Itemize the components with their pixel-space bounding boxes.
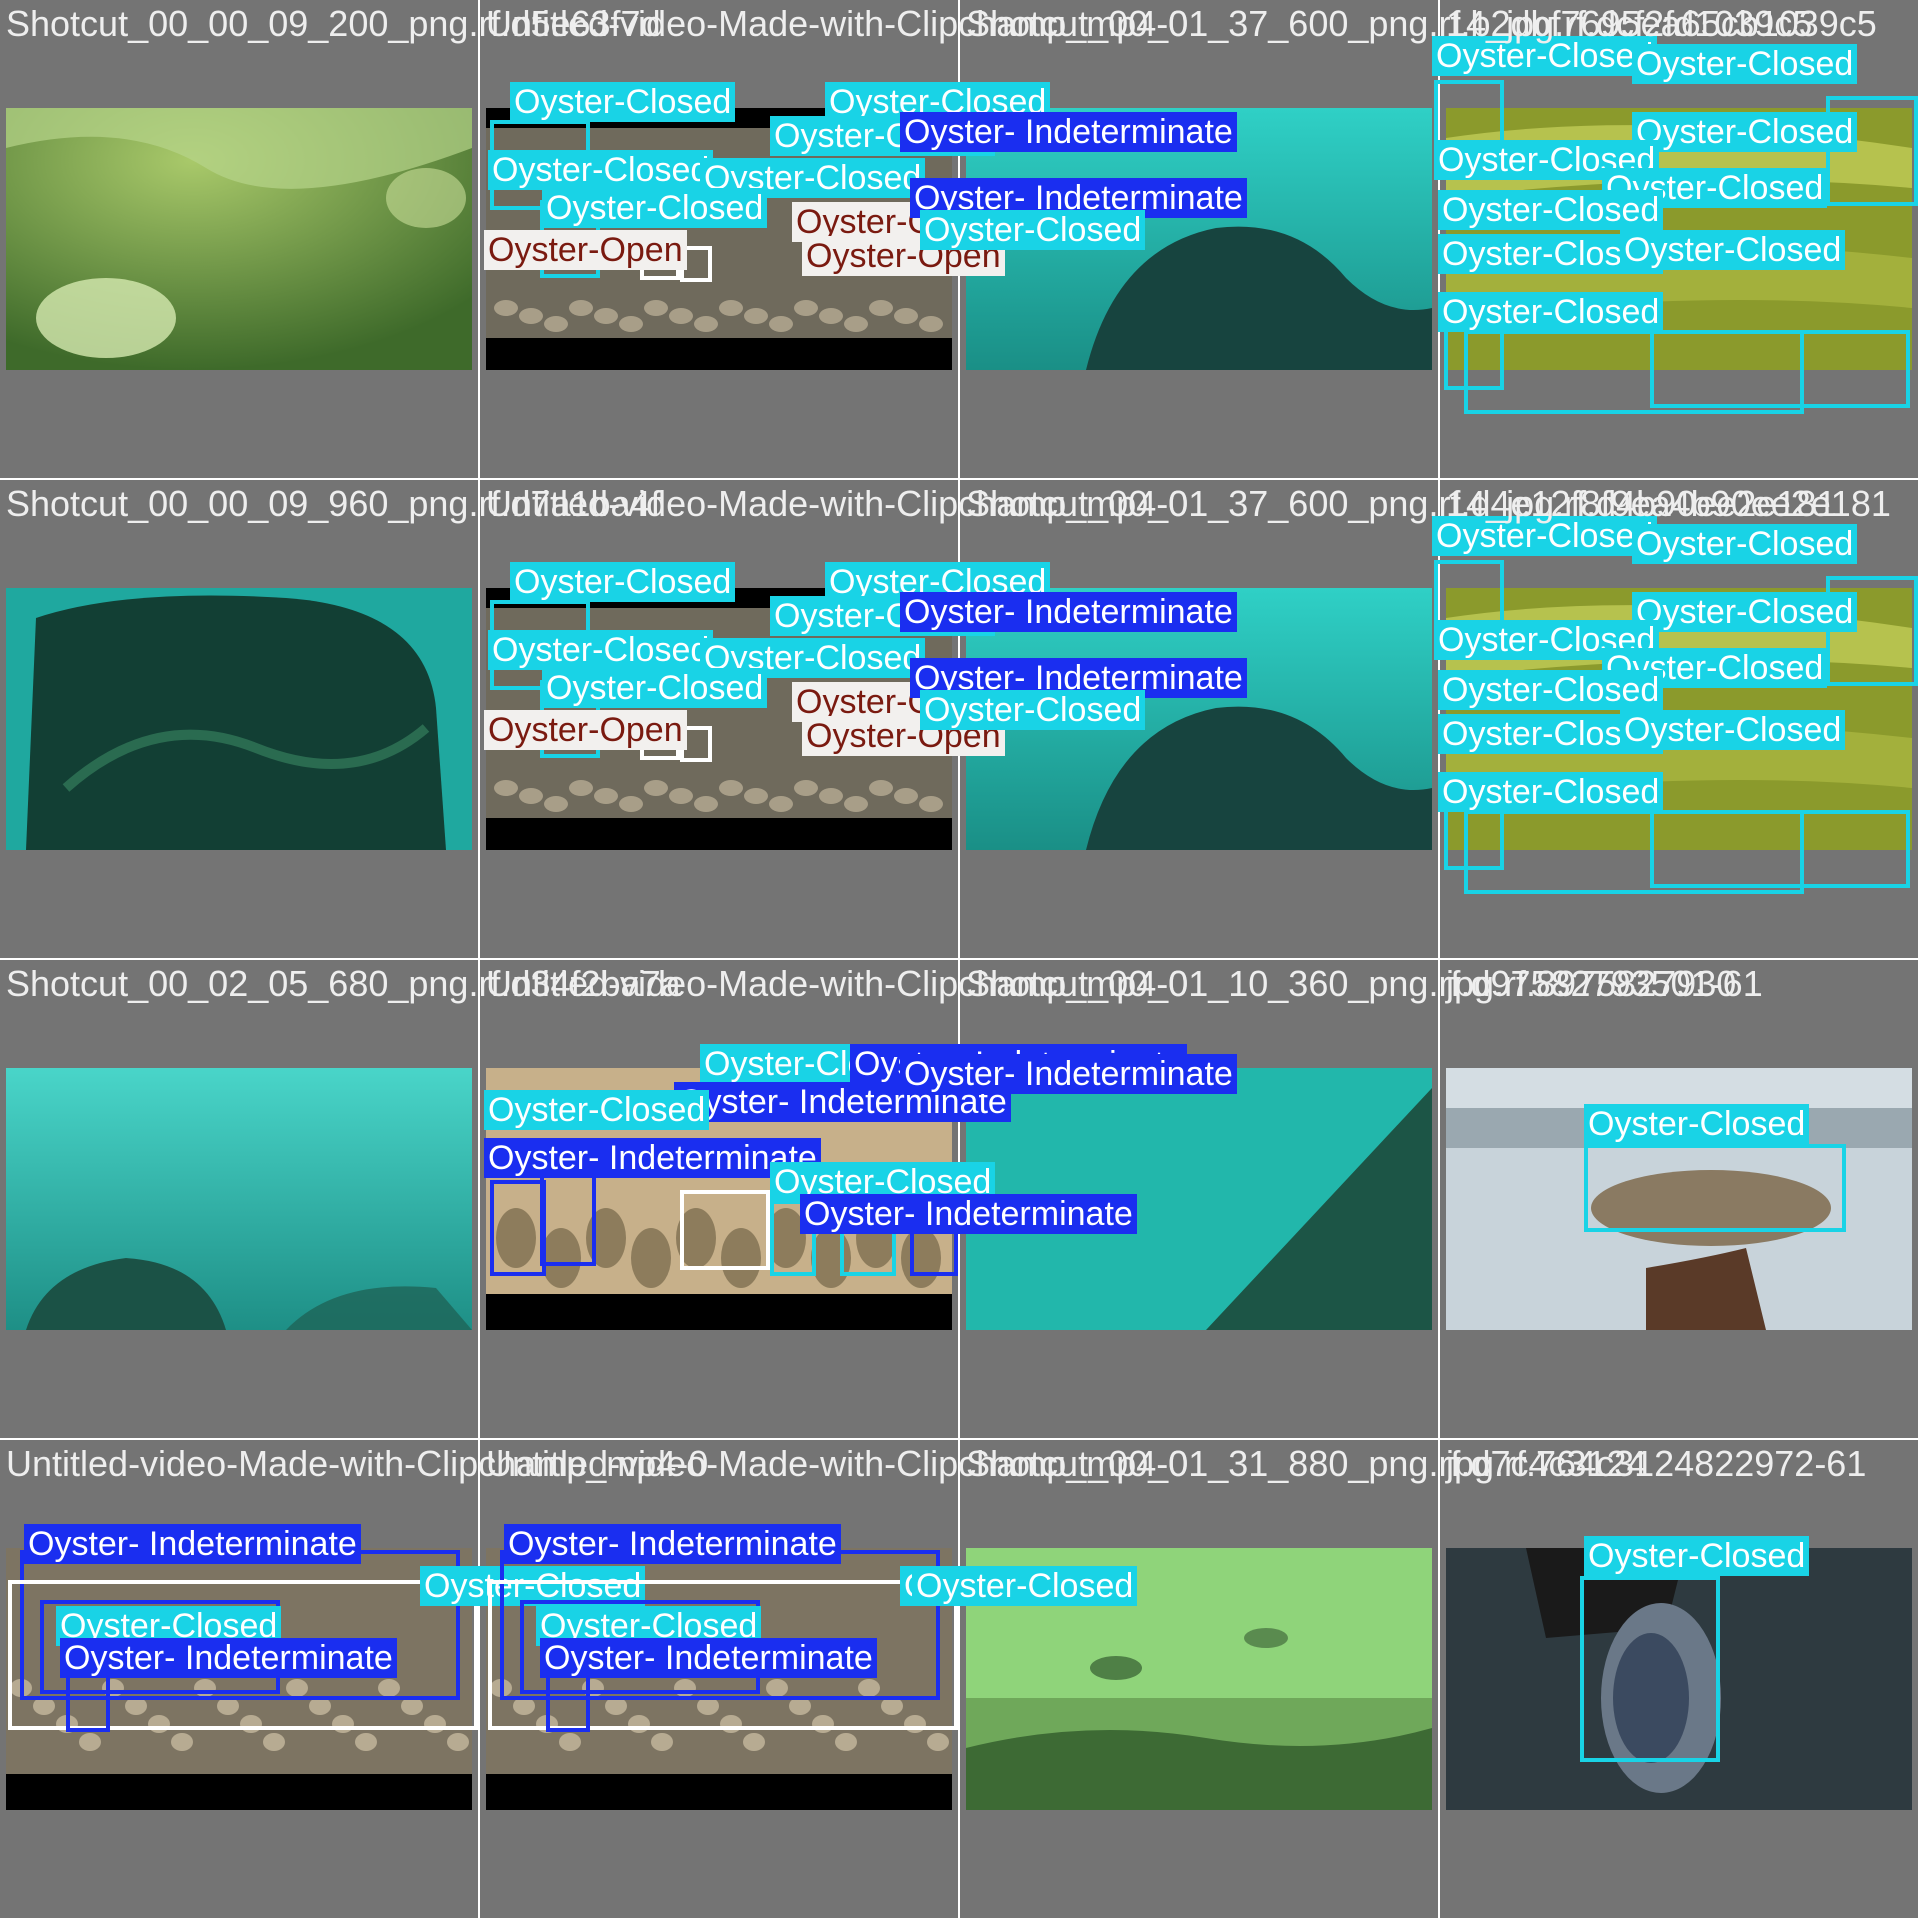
cell-image	[966, 588, 1432, 850]
cell-title: jpg.rf.764c3124822972-61	[1446, 1443, 1867, 1484]
cell-image	[966, 108, 1432, 370]
grid-cell: Oyster-Closed Oyster-Closed Oyster-Closed O…	[480, 480, 1188, 958]
cell-image	[966, 1548, 1432, 1810]
cell-image	[486, 1068, 952, 1330]
grid-cell: Shotcut_00_00_09_200_png.rf.d5e63f7d	[0, 0, 661, 478]
grid-cell: Shotcut_00_02_05_680_png.rf.d34f2ba7a	[0, 960, 681, 1438]
grid-cell: Oyster-Closed Oyster-Closed Oyster-Closed O…	[1432, 0, 1918, 478]
grid-cell: Oyster- Indeterminate Oyster-Closed Oyster…	[0, 1440, 708, 1918]
cell-title: jpg.rf.8975827930	[1446, 963, 1737, 1004]
cell-image	[6, 108, 472, 370]
grid-cell: Oyster-Closed Oyster-Closed Oyster-Closed O…	[1432, 480, 1918, 958]
detection-grid: Shotcut_00_00_09_200_png.rf.d5e63f7d Oys…	[0, 0, 1920, 1920]
detection-label: Oyster-Closed	[1432, 516, 1658, 556]
cell-image	[1446, 1548, 1912, 1810]
detection-label: Oyster-Closed	[1632, 44, 1858, 84]
grid-cell: Oyster- Indeterminate Oyster- Indetermina…	[800, 960, 1763, 1438]
grid-cell: Oyster-Closed Shotcut_00_01_31_880_png.rf…	[912, 1440, 1647, 1918]
cell-image	[6, 588, 472, 850]
cell-image	[486, 108, 952, 370]
cell-image	[6, 1548, 472, 1810]
grid-cell: Oyster-Closed Oyster- Indeterminate Oyster…	[480, 960, 1188, 1438]
cell-image	[486, 588, 952, 850]
grid-cell: Oyster-Closed Oyster-Closed Oyster-Closed O…	[480, 0, 1188, 478]
grid-cell: Oyster-Closed jpg.rf.764c3124822972-61	[1440, 1440, 1918, 1918]
cell-image	[1446, 108, 1912, 370]
detection-label: Oyster-Closed	[1632, 524, 1858, 564]
cell-title: 14_jpg.rf.dcf2fd1039c5	[1446, 3, 1813, 44]
cell-image	[1446, 588, 1912, 850]
detection-label: Oyster-Closed	[1432, 36, 1658, 76]
cell-image	[966, 1068, 1432, 1330]
grid-cell: Oyster- Indeterminate Oyster- Indetermina…	[900, 480, 1891, 958]
cell-image	[1446, 1068, 1912, 1330]
cell-image	[486, 1548, 952, 1810]
grid-cell: Shotcut_00_00_09_960_png.rf.d7a1ba4f	[0, 480, 661, 958]
grid-cell: Oyster- Indeterminate Oyster-Closed Oyster…	[480, 1440, 1188, 1918]
cell-image	[6, 1068, 472, 1330]
grid-cell: Oyster-Closed jpg.rf.8975827930	[1440, 960, 1918, 1438]
grid-cell: Oyster- Indeterminate Oyster- Indetermina…	[900, 0, 1877, 478]
cell-title: 14_jpg.rf.d4b90ee2e181	[1446, 483, 1837, 524]
